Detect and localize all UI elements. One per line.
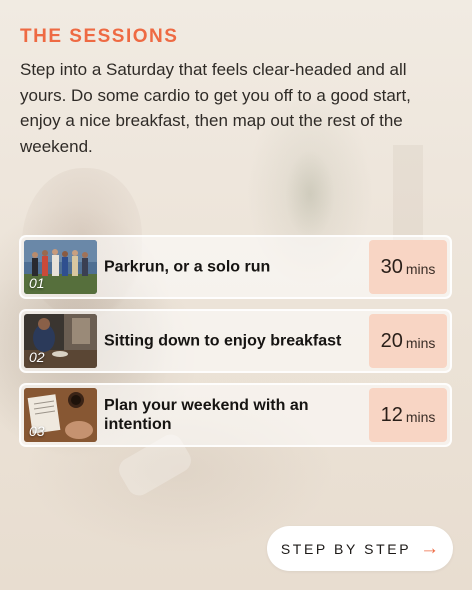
step-by-step-label: STEP BY STEP xyxy=(280,540,412,557)
session-thumbnail-plan: 03 xyxy=(24,388,97,442)
duration-value: 20 xyxy=(380,329,403,352)
duration-value: 12 xyxy=(380,403,403,426)
duration-unit: mins xyxy=(405,334,436,351)
arrow-right-icon: → xyxy=(420,538,440,559)
session-number: 01 xyxy=(29,275,45,291)
session-title: Plan your weekend with an intention xyxy=(104,397,309,433)
section-heading: THE SESSIONS xyxy=(20,26,179,47)
session-number: 02 xyxy=(29,349,45,365)
background-plant xyxy=(285,150,335,240)
session-list: 01 Parkrun, or a solo run 30 mins 02 Sit… xyxy=(19,235,452,457)
duration-unit: mins xyxy=(405,260,436,277)
step-by-step-button[interactable]: STEP BY STEP → xyxy=(267,526,453,571)
duration-unit: mins xyxy=(405,408,436,425)
session-duration: 30 mins xyxy=(369,240,447,294)
session-item-run[interactable]: 01 Parkrun, or a solo run 30 mins xyxy=(19,235,452,299)
session-thumbnail-run: 01 xyxy=(24,240,97,294)
duration-value: 30 xyxy=(380,255,403,278)
session-item-breakfast[interactable]: 02 Sitting down to enjoy breakfast 20 mi… xyxy=(19,309,452,373)
session-title: Parkrun, or a solo run xyxy=(104,258,271,276)
session-title: Sitting down to enjoy breakfast xyxy=(104,332,342,350)
session-item-plan[interactable]: 03 Plan your weekend with an intention 1… xyxy=(19,383,452,447)
session-thumbnail-breakfast: 02 xyxy=(24,314,97,368)
session-duration: 20 mins xyxy=(369,314,447,368)
session-duration: 12 mins xyxy=(369,388,447,442)
session-number: 03 xyxy=(29,423,45,439)
intro-text: Step into a Saturday that feels clear-he… xyxy=(20,60,411,156)
